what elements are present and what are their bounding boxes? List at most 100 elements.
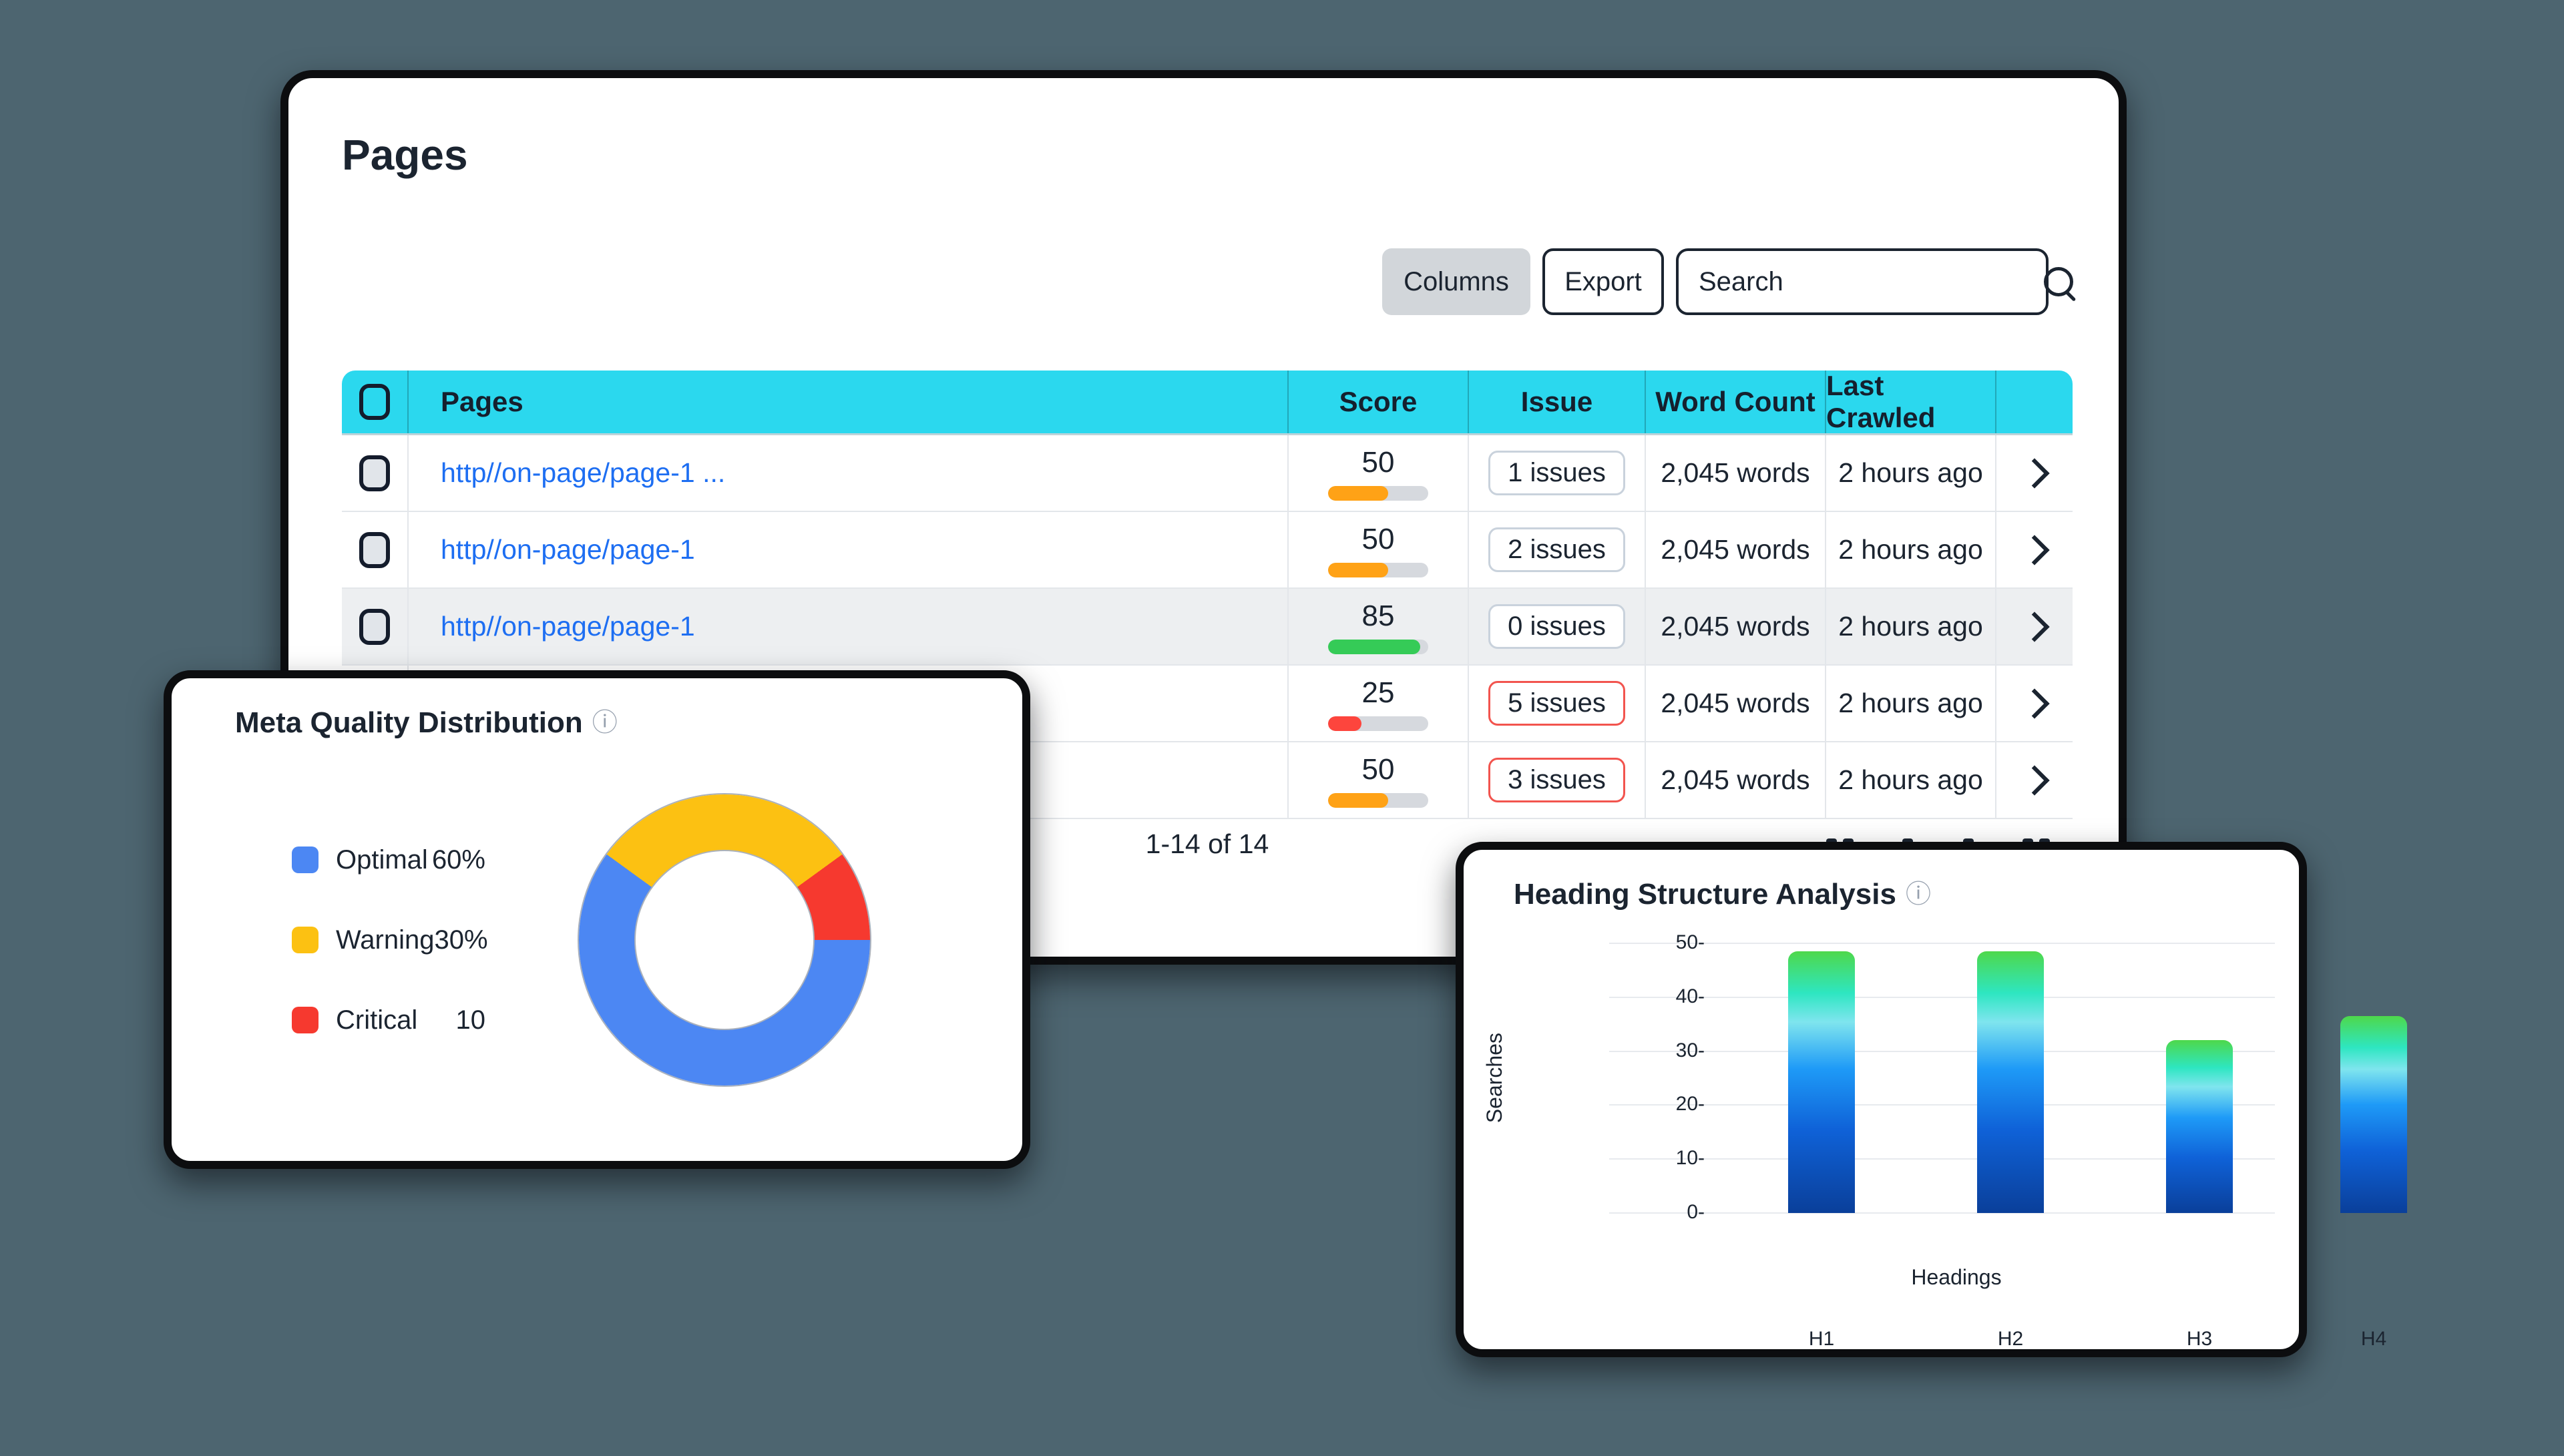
issues-badge: 3 issues [1488, 758, 1625, 802]
x-axis-tick-label: H1 [1768, 1328, 1875, 1351]
x-axis-tick-label: H2 [1957, 1328, 2064, 1351]
score-value: 50 [1362, 753, 1395, 786]
columns-button-label: Columns [1404, 267, 1509, 297]
donut-hole [636, 851, 813, 1029]
score-cell: 85 [1328, 599, 1428, 654]
page-url-link[interactable]: http//on-page/page-1 [441, 534, 695, 565]
row-expand-chevron-icon[interactable] [2019, 765, 2049, 795]
word-count-value: 2,045 words [1661, 764, 1809, 796]
score-progress-track [1328, 716, 1428, 731]
bar-h3 [2166, 1040, 2233, 1213]
issues-badge: 5 issues [1488, 681, 1625, 726]
table-row: http//on-page/page-1850 issues2,045 word… [342, 589, 2073, 666]
column-header-last-crawled: Last Crawled [1826, 371, 1995, 434]
score-progress-track [1328, 793, 1428, 808]
score-value: 85 [1362, 599, 1395, 633]
score-cell: 50 [1328, 446, 1428, 501]
row-expand-chevron-icon[interactable] [2019, 458, 2049, 488]
search-box [1676, 248, 2049, 315]
x-axis-label: Headings [1883, 1265, 2030, 1290]
search-icon[interactable] [2044, 267, 2073, 296]
legend-value: 10 [421, 1005, 485, 1035]
legend-swatch [292, 846, 318, 873]
word-count-value: 2,045 words [1661, 457, 1809, 489]
y-axis-tick-label: 30- [1625, 1039, 1705, 1062]
legend-label: Critical [336, 1005, 421, 1035]
score-progress-fill [1328, 793, 1388, 808]
legend-label: Optimal [336, 845, 428, 875]
info-icon[interactable]: ⓘ [592, 710, 618, 736]
score-progress-track [1328, 563, 1428, 577]
donut-chart [579, 794, 870, 1085]
bar-chart: 0-10-20-30-40-50-H1H2H3H4 [1609, 943, 2275, 1213]
last-crawled-value: 2 hours ago [1838, 688, 1983, 719]
word-count-value: 2,045 words [1661, 611, 1809, 642]
search-input[interactable] [1697, 266, 2044, 298]
legend-item: Critical10 [292, 1005, 485, 1035]
columns-button[interactable]: Columns [1382, 248, 1530, 315]
gridline [1609, 943, 2275, 944]
donut-legend: Optimal60% Warning30% Critical10 [292, 845, 485, 1035]
score-progress-track [1328, 640, 1428, 654]
row-expand-chevron-icon[interactable] [2019, 688, 2049, 718]
bar-h2 [1977, 951, 2044, 1213]
bar-h4 [2340, 1016, 2407, 1213]
legend-item: Optimal60% [292, 845, 485, 875]
y-axis-tick-label: 20- [1625, 1093, 1705, 1116]
score-value: 50 [1362, 523, 1395, 556]
score-progress-fill [1328, 640, 1420, 654]
heading-structure-title: Heading Structure Analysis ⓘ [1514, 878, 1931, 911]
issues-badge: 1 issues [1488, 451, 1625, 495]
row-checkbox[interactable] [359, 455, 390, 491]
page-url-link[interactable]: http//on-page/page-1 ... [441, 457, 725, 489]
last-crawled-value: 2 hours ago [1838, 611, 1983, 642]
info-icon[interactable]: ⓘ [1906, 882, 1931, 907]
score-progress-fill [1328, 563, 1388, 577]
y-axis-tick-label: 10- [1625, 1147, 1705, 1170]
table-row: http//on-page/page-1 ... 50 1 issues 2,045 … [342, 435, 2073, 512]
row-expand-chevron-icon[interactable] [2019, 535, 2049, 565]
score-cell: 50 [1328, 753, 1428, 808]
legend-value: 30% [434, 925, 487, 955]
score-cell: 25 [1328, 676, 1428, 731]
meta-quality-title: Meta Quality Distribution ⓘ [235, 706, 618, 740]
legend-swatch [292, 1007, 318, 1033]
column-header-pages: Pages [441, 386, 523, 418]
column-header-score: Score [1339, 386, 1418, 418]
column-header-word-count: Word Count [1655, 386, 1815, 418]
export-button[interactable]: Export [1542, 248, 1664, 315]
y-axis-tick-label: 40- [1625, 985, 1705, 1008]
select-all-checkbox[interactable] [359, 384, 390, 420]
bar-h1 [1788, 951, 1855, 1213]
column-header-issue: Issue [1521, 386, 1592, 418]
row-checkbox[interactable] [359, 609, 390, 645]
word-count-value: 2,045 words [1661, 688, 1809, 719]
y-axis-tick-label: 0- [1625, 1201, 1705, 1224]
score-value: 50 [1362, 446, 1395, 479]
score-progress-track [1328, 486, 1428, 501]
score-progress-fill [1328, 486, 1388, 501]
desktop-background: { "main_panel": { "title": "Pages", "too… [0, 0, 2564, 1456]
score-progress-fill [1328, 716, 1361, 731]
page-url-link[interactable]: http//on-page/page-1 [441, 611, 695, 642]
y-axis-tick-label: 50- [1625, 931, 1705, 954]
issues-badge: 2 issues [1488, 527, 1625, 572]
score-cell: 50 [1328, 523, 1428, 577]
row-expand-chevron-icon[interactable] [2019, 612, 2049, 642]
legend-item: Warning30% [292, 925, 485, 955]
row-checkbox[interactable] [359, 532, 390, 568]
toolbar: Columns Export [288, 248, 2119, 315]
legend-swatch [292, 927, 318, 953]
last-crawled-value: 2 hours ago [1838, 457, 1983, 489]
score-value: 25 [1362, 676, 1395, 710]
last-crawled-value: 2 hours ago [1838, 534, 1983, 565]
meta-quality-card: Meta Quality Distribution ⓘ Optimal60% Wa… [164, 670, 1030, 1169]
x-axis-tick-label: H4 [2320, 1328, 2427, 1351]
table-header-row: Pages Score Issue Word Count Last Crawle… [342, 371, 2073, 435]
legend-value: 60% [428, 845, 485, 875]
heading-structure-card: Heading Structure Analysis ⓘ Searches 0-… [1456, 842, 2307, 1357]
x-axis-tick-label: H3 [2146, 1328, 2253, 1351]
gridline [1609, 997, 2275, 998]
y-axis-label: Searches [1482, 943, 1507, 1213]
word-count-value: 2,045 words [1661, 534, 1809, 565]
